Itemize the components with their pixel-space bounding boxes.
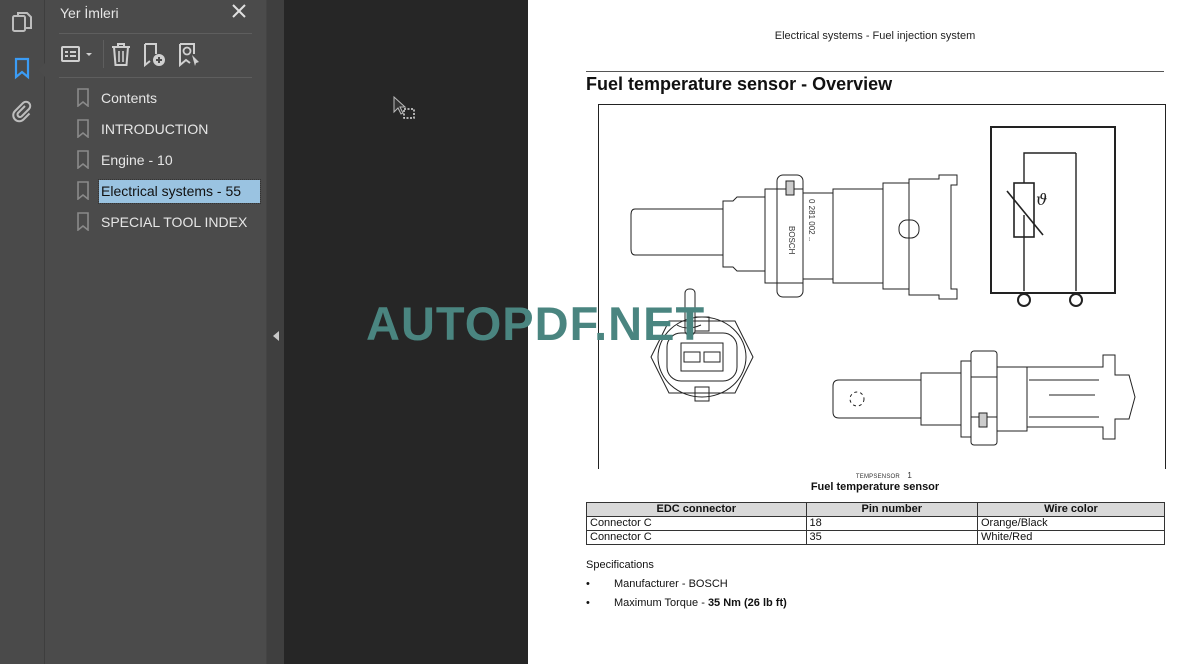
bookmark-item[interactable]: Engine - 10 (75, 148, 265, 172)
bookmark-icon (77, 181, 89, 200)
bookmark-icon (77, 88, 89, 107)
figure-id: TEMPSENSOR 1 (528, 471, 1200, 480)
spec-text: Manufacturer - BOSCH (614, 578, 728, 590)
paperclip-icon[interactable] (10, 100, 34, 124)
bookmark-item[interactable]: SPECIAL TOOL INDEX (75, 210, 265, 234)
bookmark-item[interactable]: Contents (75, 86, 265, 110)
add-bookmark-icon[interactable] (142, 42, 168, 68)
section-heading: Fuel temperature sensor - Overview (586, 74, 893, 94)
collapse-arrow-icon (273, 331, 279, 341)
table-header-row: EDC connector Pin number Wire color (586, 502, 1166, 517)
divider (59, 33, 252, 34)
table-cell: Connector C (586, 516, 807, 531)
find-bookmark-icon[interactable] (177, 42, 203, 68)
specifications-heading: Specifications (586, 559, 654, 571)
options-menu-button[interactable] (60, 42, 94, 68)
table-cell: Connector C (586, 530, 807, 545)
bookmark-label: SPECIAL TOOL INDEX (101, 214, 248, 230)
table-cell: Orange/Black (976, 516, 1166, 531)
temperature-symbol: ϑ (1036, 190, 1047, 209)
figure-id-label: TEMPSENSOR (855, 474, 900, 480)
spec-value: 35 Nm (26 lb ft) (707, 597, 787, 609)
bookmark-item-selected[interactable]: Electrical systems - 55 (75, 179, 265, 204)
panel-collapse-handle[interactable] (266, 0, 285, 664)
table-row: Connector C 35 White/Red (586, 530, 1166, 545)
bookmarks-panel: Yer İmleri Contents INTRODUCTION Engine … (45, 0, 266, 664)
sensor-figure: BOSCH 0 281 002 .. ϑ (598, 104, 1166, 469)
bookmark-label: INTRODUCTION (101, 121, 209, 137)
bookmark-label: Contents (101, 90, 158, 106)
table-cell: 35 (805, 530, 978, 545)
navigation-rail (0, 0, 45, 664)
header-rule (586, 71, 1164, 72)
bullet: • (586, 597, 590, 609)
toolbar-divider (103, 40, 104, 68)
panel-title: Yer İmleri (60, 5, 119, 21)
table-cell: 18 (805, 516, 978, 531)
column-header: Pin number (805, 502, 978, 517)
divider (59, 77, 252, 78)
column-header: Wire color (976, 502, 1166, 517)
bookmark-icon (77, 119, 89, 138)
part-number-marking: 0 281 002 .. (807, 199, 816, 241)
figure-id-number: 1 (907, 471, 913, 480)
delete-icon[interactable] (109, 42, 133, 68)
running-header: Electrical systems - Fuel injection syst… (774, 30, 976, 42)
part-brand-marking: BOSCH (787, 226, 796, 255)
column-header: EDC connector (586, 502, 807, 517)
close-icon[interactable] (230, 2, 248, 20)
bookmark-label: Electrical systems - 55 (98, 179, 261, 204)
bookmark-icon (77, 150, 89, 169)
table-cell: White/Red (976, 530, 1166, 545)
table-row: Connector C 18 Orange/Black (586, 516, 1166, 531)
bookmark-item[interactable]: INTRODUCTION (75, 117, 265, 141)
bookmark-label: Engine - 10 (101, 152, 173, 168)
watermark: AUTOPDF.NET (366, 297, 706, 350)
mouse-cursor-icon (393, 95, 419, 122)
bookmark-icon (77, 212, 89, 231)
connector-table: EDC connector Pin number Wire color Conn… (586, 502, 1166, 545)
pages-icon[interactable] (10, 10, 34, 34)
bullet: • (586, 578, 590, 590)
spec-text: Maximum Torque - (614, 597, 708, 609)
figure-caption: Fuel temperature sensor (810, 481, 940, 493)
active-pointer (38, 63, 45, 77)
sensor-drawing: BOSCH 0 281 002 .. ϑ (630, 126, 1136, 446)
bookmark-icon[interactable] (10, 56, 34, 80)
